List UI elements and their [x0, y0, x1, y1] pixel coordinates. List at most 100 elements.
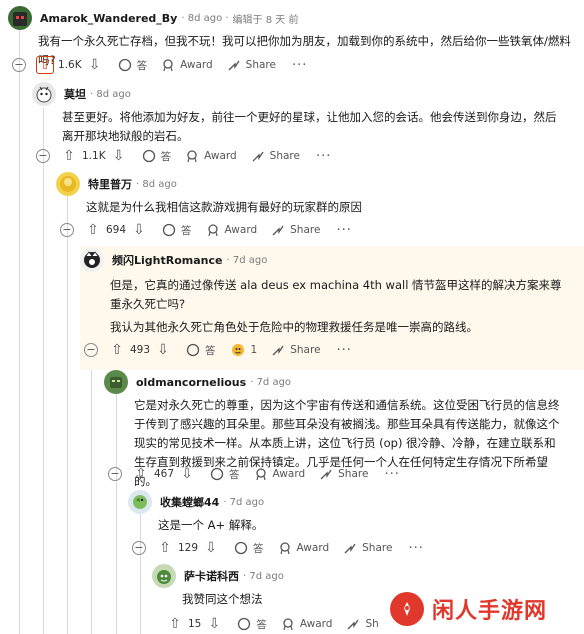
avatar[interactable]	[104, 370, 128, 394]
comment-header: 莫坦 · 8d ago	[32, 82, 131, 106]
thread-line	[140, 512, 141, 634]
award-badge-icon	[231, 344, 244, 356]
upvote-icon[interactable]: ⇧	[84, 221, 102, 239]
score: 1.6K	[58, 59, 82, 71]
more-options-icon[interactable]: ···	[384, 467, 399, 482]
thread-line	[19, 30, 20, 634]
award-button[interactable]: Award	[254, 467, 305, 481]
share-button[interactable]: Share	[319, 467, 368, 481]
comment-text: 这是一个 A+ 解释。	[158, 518, 264, 532]
avatar[interactable]	[32, 82, 56, 106]
username[interactable]: 特里普万	[88, 176, 132, 192]
share-icon	[347, 619, 359, 630]
award-label: Award	[296, 542, 330, 554]
comment-text: 甚至更好。将他添加为好友，前往一个更好的星球，让他加入您的会话。他会传送到你身边…	[62, 110, 557, 143]
more-options-icon[interactable]: ···	[292, 58, 307, 73]
downvote-icon[interactable]: ⇩	[178, 465, 196, 483]
share-label: Sh	[365, 618, 379, 630]
reply-label: 答	[256, 618, 267, 631]
upvote-icon[interactable]: ⇧	[108, 341, 126, 359]
share-icon	[228, 60, 240, 71]
reply-button[interactable]: 答	[118, 58, 147, 73]
share-icon	[272, 225, 284, 236]
share-button[interactable]: Share	[343, 541, 392, 555]
reply-label: 答	[253, 542, 264, 555]
comment-header: 频闪LightRomance · 7d ago	[80, 248, 267, 272]
share-icon	[252, 151, 264, 162]
score: 694	[106, 224, 127, 236]
share-button[interactable]: Sh	[346, 617, 379, 631]
username[interactable]: oldmancornelious	[136, 376, 246, 389]
username[interactable]: 莫坦	[64, 86, 86, 102]
reply-label: 答	[160, 150, 172, 163]
timestamp: · 7d ago	[223, 496, 265, 508]
more-options-icon[interactable]: ···	[408, 541, 423, 556]
award-icon	[187, 150, 197, 163]
share-label: Share	[290, 344, 321, 356]
downvote-icon[interactable]: ⇩	[205, 615, 223, 633]
share-icon	[320, 469, 332, 480]
share-button[interactable]: Share	[251, 149, 300, 163]
comment-action-bar: − ⇧ 1.1K ⇩ 答 Award Share ···	[36, 144, 331, 168]
share-button[interactable]: Share	[271, 343, 321, 357]
comment-header: oldmancornelious · 7d ago	[104, 370, 291, 394]
avatar[interactable]	[80, 248, 104, 272]
comment-action-bar: ⇧ 15 ⇩ 答 Award Sh	[166, 612, 379, 634]
avatar[interactable]	[152, 564, 176, 588]
collapse-button[interactable]: −	[132, 541, 146, 555]
comment-bubble-icon	[118, 58, 131, 72]
comment-bubble-icon	[210, 467, 224, 481]
downvote-icon[interactable]: ⇩	[202, 539, 220, 557]
more-options-icon[interactable]: ···	[316, 149, 331, 164]
award-button[interactable]: 1	[230, 342, 257, 358]
reply-button[interactable]: 答	[162, 223, 192, 238]
comment-text: 但是，它真的通过像传送 ala deus ex machina 4th wall…	[110, 278, 562, 311]
collapse-button[interactable]: −	[12, 58, 26, 72]
share-icon	[344, 543, 356, 554]
collapse-button[interactable]: −	[84, 343, 98, 357]
award-button[interactable]: Award	[281, 617, 332, 631]
reply-button[interactable]: 答	[234, 541, 264, 556]
username[interactable]: 萨卡诺科西	[184, 568, 239, 584]
reply-button[interactable]: 答	[210, 467, 240, 482]
reply-button[interactable]: 答	[142, 149, 172, 164]
collapse-button[interactable]: −	[36, 149, 50, 163]
award-button[interactable]: Award	[206, 223, 258, 237]
comment-text: 我认为其他永久死亡角色处于危险中的物理救援任务是唯一崇高的路线。	[110, 320, 478, 334]
reply-button[interactable]: 答	[186, 343, 216, 358]
more-options-icon[interactable]: ···	[336, 223, 351, 238]
award-icon	[279, 542, 290, 555]
avatar[interactable]	[56, 172, 80, 196]
reply-button[interactable]: 答	[237, 617, 267, 632]
downvote-icon[interactable]: ⇩	[154, 341, 172, 359]
comment-bubble-icon	[234, 541, 248, 555]
downvote-icon[interactable]: ⇩	[130, 221, 148, 239]
upvote-icon[interactable]: ⇧	[60, 147, 78, 165]
upvote-icon[interactable]: ⇧	[36, 56, 54, 74]
collapse-button[interactable]: −	[108, 467, 122, 481]
more-options-icon[interactable]: ···	[337, 343, 352, 358]
username[interactable]: 收集螳螂44	[160, 494, 219, 510]
upvote-icon[interactable]: ⇧	[132, 465, 150, 483]
award-button[interactable]: Award	[185, 149, 237, 163]
comment-bubble-icon	[162, 223, 176, 237]
upvote-icon[interactable]: ⇧	[156, 539, 174, 557]
watermark-logo-icon	[390, 592, 424, 626]
collapse-button[interactable]: −	[60, 223, 74, 237]
share-button[interactable]: Share	[227, 58, 276, 72]
award-button[interactable]: Award	[278, 541, 330, 555]
avatar[interactable]	[8, 6, 32, 30]
comment-header: Amarok_Wandered_By · 8d ago · 编辑于 8 天 前	[8, 6, 298, 30]
share-button[interactable]: Share	[271, 223, 320, 237]
award-button[interactable]: Award	[161, 58, 213, 72]
downvote-icon[interactable]: ⇩	[86, 56, 104, 74]
comment-header: 特里普万 · 8d ago	[56, 172, 177, 196]
username[interactable]: 频闪LightRomance	[112, 252, 222, 268]
award-label: Award	[224, 224, 258, 236]
avatar[interactable]	[128, 490, 152, 514]
username[interactable]: Amarok_Wandered_By	[40, 12, 177, 25]
score: 15	[188, 618, 202, 630]
upvote-icon[interactable]: ⇧	[166, 615, 184, 633]
downvote-icon[interactable]: ⇩	[110, 147, 128, 165]
share-label: Share	[338, 468, 369, 480]
